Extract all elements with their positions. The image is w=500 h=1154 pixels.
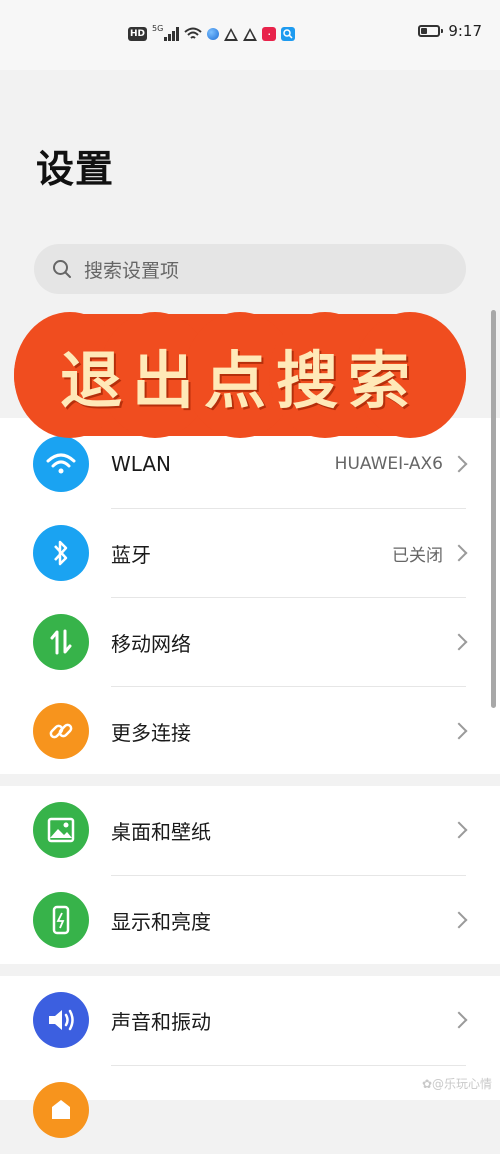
watermark: ✿@乐玩心情 bbox=[421, 1077, 492, 1091]
settings-item-label: 显示和亮度 bbox=[111, 909, 211, 934]
settings-item-more-connections[interactable]: 更多连接 bbox=[0, 687, 500, 775]
battery-icon bbox=[418, 25, 444, 37]
bluetooth-icon bbox=[33, 525, 89, 581]
status-right: 9:17 bbox=[418, 22, 482, 40]
app-icon: · bbox=[262, 27, 277, 41]
settings-item-bluetooth[interactable]: 蓝牙 已关闭 bbox=[0, 509, 500, 597]
wifi-icon bbox=[184, 27, 202, 39]
settings-item-label: 声音和振动 bbox=[111, 1009, 211, 1034]
settings-item-sound-vibration[interactable]: 声音和振动 bbox=[0, 976, 500, 1064]
chevron-right-icon bbox=[450, 1011, 468, 1029]
overlay-banner: 退出点搜索 bbox=[14, 312, 466, 438]
chevron-right-icon bbox=[450, 633, 468, 651]
banner-text: 退出点搜索 bbox=[59, 344, 420, 417]
search-app-icon bbox=[281, 27, 296, 41]
settings-item-label: 桌面和壁纸 bbox=[111, 819, 211, 844]
search-placeholder: 搜索设置项 bbox=[84, 259, 180, 282]
browser-icon bbox=[207, 28, 220, 40]
chevron-right-icon bbox=[450, 821, 468, 839]
notification-icon bbox=[33, 1082, 89, 1138]
settings-item-home-wallpaper[interactable]: 桌面和壁纸 bbox=[0, 786, 500, 874]
connections-card: WLAN HUAWEI-AX6 蓝牙 已关闭 移动网络 更多连接 bbox=[0, 418, 500, 774]
scrollbar[interactable] bbox=[491, 310, 496, 708]
settings-item-label: 移动网络 bbox=[111, 631, 191, 656]
page-title: 设置 bbox=[36, 147, 115, 191]
speaker-icon bbox=[33, 992, 89, 1048]
settings-item-value: 已关闭 bbox=[392, 545, 443, 566]
warning-icon bbox=[224, 27, 239, 41]
warning-icon bbox=[243, 27, 258, 41]
signal-icon bbox=[164, 27, 180, 41]
network-type-label: 5G bbox=[152, 24, 164, 33]
chevron-right-icon bbox=[450, 455, 468, 473]
settings-item-label: WLAN bbox=[111, 452, 172, 476]
wifi-icon bbox=[33, 436, 89, 492]
link-icon bbox=[33, 703, 89, 759]
status-icons: HD 5G · bbox=[128, 24, 296, 44]
chevron-right-icon bbox=[450, 911, 468, 929]
battery-level bbox=[421, 28, 427, 34]
clock: 9:17 bbox=[448, 22, 482, 40]
settings-item-label: 蓝牙 bbox=[111, 542, 151, 567]
chevron-right-icon bbox=[450, 544, 468, 562]
image-icon bbox=[33, 802, 89, 858]
chevron-right-icon bbox=[450, 722, 468, 740]
hd-icon: HD bbox=[128, 27, 148, 41]
settings-item-mobile-network[interactable]: 移动网络 bbox=[0, 598, 500, 686]
status-bar: HD 5G · 9:17 bbox=[0, 0, 500, 70]
settings-item-value: HUAWEI-AX6 bbox=[334, 454, 443, 474]
phone-brightness-icon bbox=[33, 892, 89, 948]
search-input[interactable]: 搜索设置项 bbox=[34, 244, 466, 294]
settings-item-display-brightness[interactable]: 显示和亮度 bbox=[0, 876, 500, 964]
settings-item-label: 更多连接 bbox=[111, 720, 191, 745]
display-card: 桌面和壁纸 显示和亮度 bbox=[0, 786, 500, 964]
search-icon bbox=[53, 260, 71, 278]
mobile-data-icon bbox=[33, 614, 89, 670]
